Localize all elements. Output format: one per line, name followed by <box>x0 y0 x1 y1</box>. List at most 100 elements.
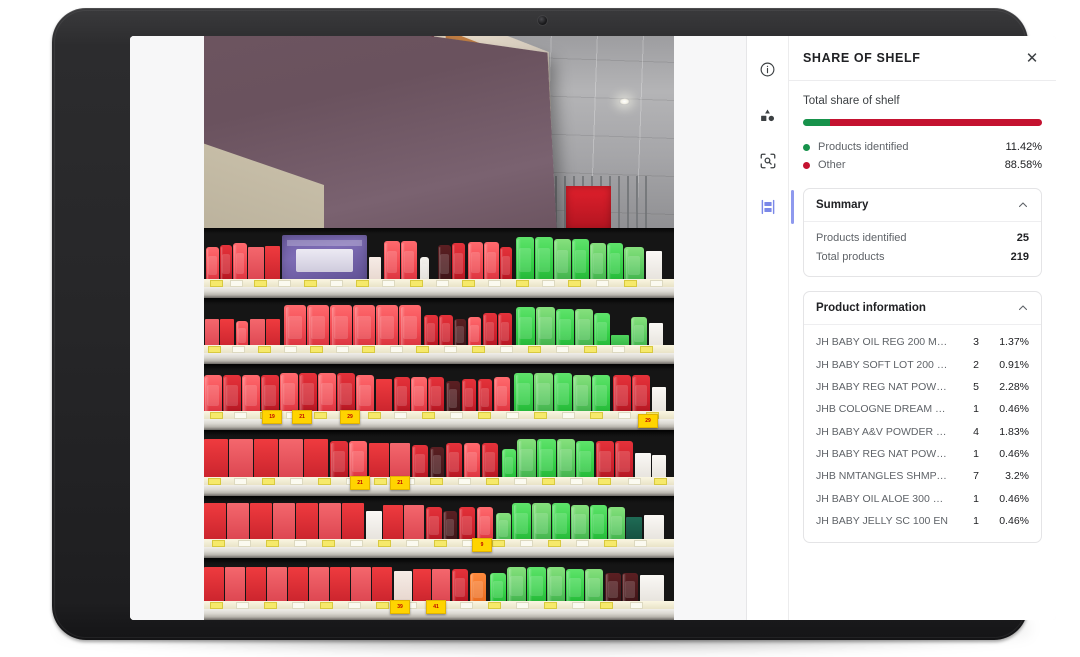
summary-row: Products identified 25 <box>816 228 1029 247</box>
product-name: JH BABY OIL REG 200 MEL... <box>816 336 949 348</box>
legend-item-other: Other 88.58% <box>803 156 1042 174</box>
shelf-icon <box>759 198 777 216</box>
product-count: 2 <box>949 359 979 371</box>
summary-card-body: Products identified 25 Total products 21… <box>804 222 1041 276</box>
product-percent: 2.28% <box>979 381 1029 393</box>
shelf-shadow <box>204 558 674 564</box>
shapes-icon <box>759 107 776 124</box>
panel-header: SHARE OF SHELF ✕ <box>789 36 1056 81</box>
panel-content: SHARE OF SHELF ✕ Total share of shelf <box>789 36 1056 620</box>
app-root: 19 21 29 29 <box>130 36 1056 620</box>
shelf-unit: 19 21 29 29 <box>204 228 674 620</box>
product-row[interactable]: JHB NMTANGLES SHMP 3...73.2% <box>816 465 1029 487</box>
price-tag-lane <box>204 345 674 353</box>
product-percent: 1.83% <box>979 426 1029 438</box>
product-count: 7 <box>949 470 979 482</box>
price-tag-lane <box>204 279 674 287</box>
summary-row-value: 219 <box>1011 251 1029 263</box>
legend-item-identified: Products identified 11.42% <box>803 138 1042 156</box>
promo-price-tag: 21 <box>292 410 312 424</box>
product-name: JH BABY SOFT LOT 200 M... <box>816 359 949 371</box>
promo-price-tag: 19 <box>262 410 282 424</box>
product-name: JH BABY JELLY SC 100 EN <box>816 515 949 527</box>
product-percent: 0.46% <box>979 515 1029 527</box>
product-row[interactable]: JH BABY JELLY SC 100 EN10.46% <box>816 510 1029 532</box>
product-row[interactable]: JHB COLOGNE DREAM 10...10.46% <box>816 398 1029 420</box>
viewer-padding-left <box>130 36 204 620</box>
shelf-row: 9 <box>204 496 674 558</box>
price-tag-lane <box>204 477 674 485</box>
price-tag-lane <box>204 539 674 547</box>
product-row[interactable]: JH BABY SOFT LOT 200 M...20.91% <box>816 353 1029 375</box>
product-row[interactable]: JH BABY REG NAT POWDE...52.28% <box>816 376 1029 398</box>
summary-row-label: Products identified <box>816 232 907 244</box>
summary-row: Total products 219 <box>816 247 1029 266</box>
product-percent: 3.2% <box>979 470 1029 482</box>
chevron-up-icon[interactable] <box>1017 302 1029 314</box>
product-information-list: JH BABY OIL REG 200 MEL...31.37%JH BABY … <box>804 325 1041 542</box>
front-camera-icon <box>538 16 547 25</box>
promo-price-tag: 9 <box>472 538 492 552</box>
shelf-board <box>204 485 674 496</box>
gift-box-panel <box>296 249 354 273</box>
chevron-up-icon[interactable] <box>1017 199 1029 211</box>
product-name: JH BABY REG NAT POWDE... <box>816 448 949 460</box>
product-name: JH BABY REG NAT POWDE... <box>816 381 949 393</box>
promo-price-tag: 21 <box>350 476 370 490</box>
product-row[interactable]: JH BABY OIL REG 200 MEL...31.37% <box>816 331 1029 353</box>
product-information-card-header[interactable]: Product information <box>804 292 1041 325</box>
sidebar-item-share-of-shelf[interactable] <box>753 192 783 222</box>
active-indicator <box>791 190 794 224</box>
share-segment-other <box>830 119 1042 126</box>
shelf-photo[interactable]: 19 21 29 29 <box>204 36 674 620</box>
shelf-shadow <box>204 364 674 370</box>
sidebar-item-info[interactable] <box>753 54 783 84</box>
product-count: 1 <box>949 493 979 505</box>
tablet-screen: 19 21 29 29 <box>130 36 1056 620</box>
shelf-row: 39 41 <box>204 558 674 620</box>
product-percent: 0.46% <box>979 448 1029 460</box>
shelf-shadow <box>204 298 674 304</box>
product-count: 3 <box>949 336 979 348</box>
product-information-title: Product information <box>816 302 926 314</box>
close-icon[interactable]: ✕ <box>1022 48 1042 68</box>
product-count: 1 <box>949 403 979 415</box>
product-count: 4 <box>949 426 979 438</box>
promo-price-tag: 21 <box>390 476 410 490</box>
shelf-shadow <box>204 430 674 436</box>
shelf-row <box>204 298 674 364</box>
info-circle-icon <box>759 61 776 78</box>
product-row[interactable]: JH BABY REG NAT POWDE...10.46% <box>816 443 1029 465</box>
gift-box-band <box>287 240 362 246</box>
shelf-row: 21 21 <box>204 430 674 496</box>
tool-rail <box>747 36 789 620</box>
legend-dot-green <box>803 144 810 151</box>
shelf-photo-viewer[interactable]: 19 21 29 29 <box>130 36 746 620</box>
promo-price-tag: 29 <box>340 410 360 424</box>
promo-price-tag: 41 <box>426 600 446 614</box>
shelf-board <box>204 353 674 364</box>
legend-value: 88.58% <box>1005 159 1042 171</box>
product-percent: 1.37% <box>979 336 1029 348</box>
product-row[interactable]: JH BABY A&V POWDER 20...41.83% <box>816 421 1029 443</box>
promo-price-tag: 39 <box>390 600 410 614</box>
summary-card-header[interactable]: Summary <box>804 189 1041 222</box>
sidebar-item-categories[interactable] <box>753 100 783 130</box>
product-row[interactable]: JH BABY OIL ALOE 300 ME...10.46% <box>816 488 1029 510</box>
product-name: JHB NMTANGLES SHMP 3... <box>816 470 949 482</box>
product-information-card: Product information JH BABY OIL REG 200 … <box>803 291 1042 543</box>
product-name: JHB COLOGNE DREAM 10... <box>816 403 949 415</box>
store-ceiling <box>204 36 674 234</box>
shelf-board <box>204 287 674 298</box>
legend-value: 11.42% <box>1006 141 1043 153</box>
product-count: 5 <box>949 381 979 393</box>
share-progress-bar <box>803 119 1042 126</box>
legend-label: Other <box>818 159 1005 171</box>
red-display-box <box>566 186 611 231</box>
sidebar-item-detect[interactable] <box>753 146 783 176</box>
product-percent: 0.91% <box>979 359 1029 371</box>
product-count: 1 <box>949 448 979 460</box>
screenshot-stage: 19 21 29 29 <box>0 0 1080 657</box>
total-share-label: Total share of shelf <box>803 95 1042 107</box>
share-of-shelf-panel: SHARE OF SHELF ✕ Total share of shelf <box>746 36 1056 620</box>
